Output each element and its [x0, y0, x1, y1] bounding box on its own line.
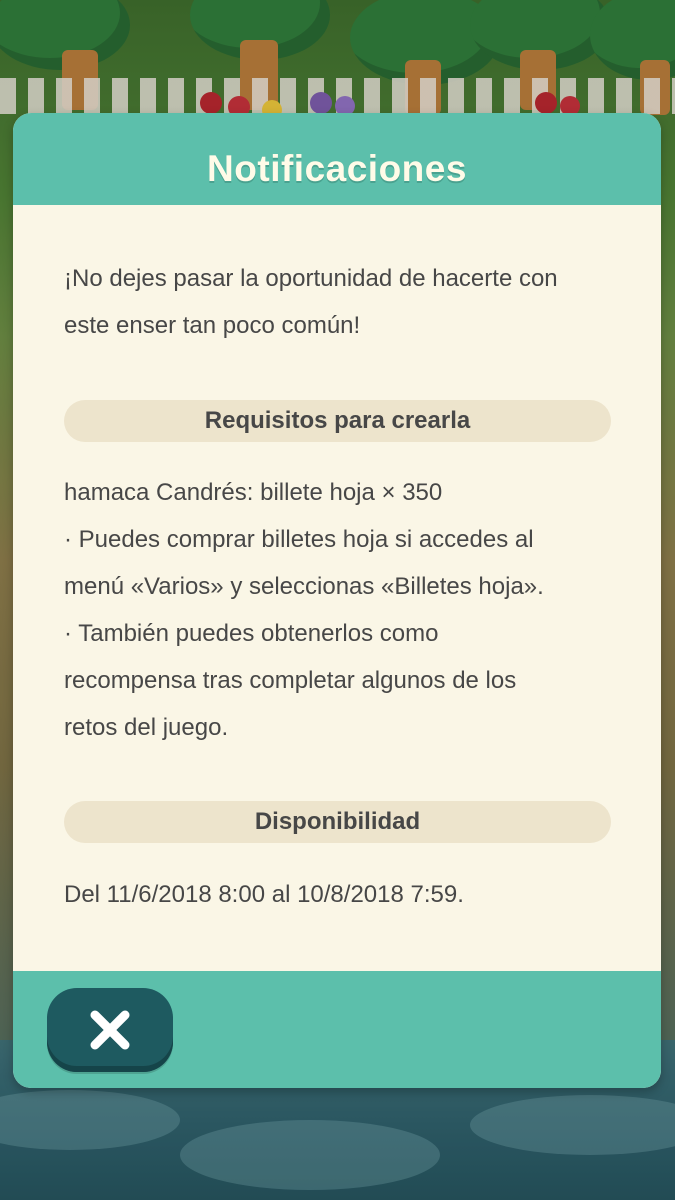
close-button[interactable]: [47, 988, 173, 1072]
requirements-heading-label: Requisitos para crearla: [204, 407, 471, 434]
requirement-line: · También puedes obtenerlos como: [64, 620, 439, 647]
intro-line: este enser tan poco común!: [64, 312, 361, 339]
requirement-line: recompensa tras completar algunos de los: [64, 667, 517, 694]
dialog-title: Notificaciones: [207, 148, 467, 189]
requirement-line: · Puedes comprar billetes hoja si accede…: [64, 526, 534, 553]
dialog-body: ¡No dejes pasar la oportunidad de hacert…: [13, 205, 661, 971]
availability-heading: Disponibilidad: [64, 801, 611, 843]
notification-dialog: Notificaciones ¡No dejes pasar la oportu…: [13, 113, 661, 1088]
requirement-line: menú «Varios» y seleccionas «Billetes ho…: [64, 573, 544, 600]
requirements-heading: Requisitos para crearla: [64, 400, 611, 442]
intro-line: ¡No dejes pasar la oportunidad de hacert…: [64, 265, 558, 292]
intro-message: ¡No dejes pasar la oportunidad de hacert…: [64, 255, 624, 349]
requirements-text: hamaca Candrés: billete hoja × 350 · Pue…: [64, 469, 624, 751]
availability-heading-label: Disponibilidad: [254, 808, 421, 835]
dialog-footer: [13, 971, 661, 1088]
requirement-line: retos del juego.: [64, 714, 229, 741]
dialog-header: Notificaciones: [13, 113, 661, 205]
availability-text: Del 11/6/2018 8:00 al 10/8/2018 7:59.: [64, 881, 464, 908]
close-x-icon: [90, 1010, 130, 1050]
requirement-line: hamaca Candrés: billete hoja × 350: [64, 479, 443, 506]
